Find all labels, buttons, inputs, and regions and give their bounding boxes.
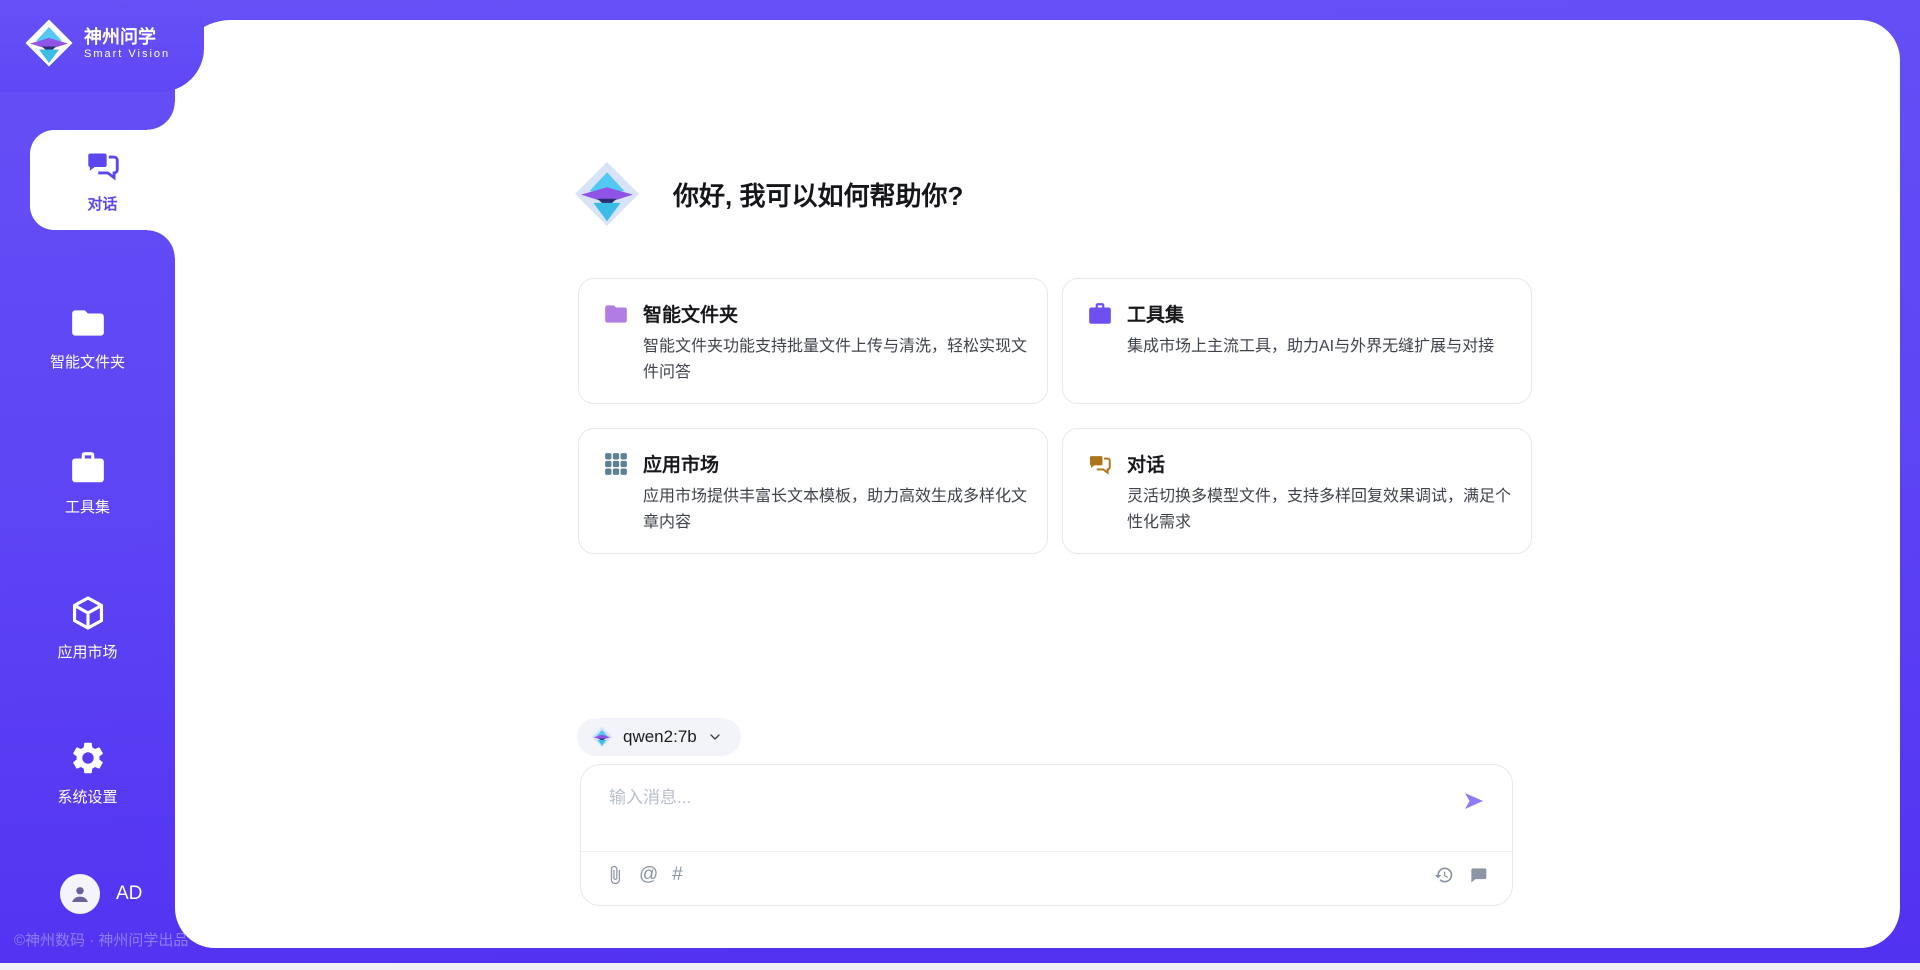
card-description: 应用市场提供丰富长文本模板，助力高效生成多样化文章内容 xyxy=(643,484,1031,536)
card-toolset[interactable]: 工具集 集成市场上主流工具，助力AI与外界无缝扩展与对接 xyxy=(1062,278,1532,404)
sidebar-item-settings[interactable]: 系统设置 xyxy=(0,725,175,821)
chevron-down-icon xyxy=(707,729,723,745)
greeting-block: 你好, 我可以如何帮助你? xyxy=(573,160,963,228)
mention-icon[interactable]: @ xyxy=(639,865,658,885)
grid-icon xyxy=(603,451,629,477)
composer-toolbar-left: @ # xyxy=(605,865,683,885)
card-title: 对话 xyxy=(1127,450,1165,477)
sidebar-item-chat[interactable]: 对话 xyxy=(30,130,175,230)
toolbox-icon xyxy=(1087,301,1113,327)
cube-icon xyxy=(69,594,107,632)
sidebar-item-label: 工具集 xyxy=(65,496,110,517)
feature-cards-grid: 智能文件夹 智能文件夹功能支持批量文件上传与清洗，轻松实现文件问答 工具集 集成… xyxy=(578,278,1532,554)
message-input[interactable] xyxy=(609,783,1449,843)
sidebar-item-app-market[interactable]: 应用市场 xyxy=(0,580,175,676)
message-composer: @ # xyxy=(580,764,1513,906)
user-name: AD xyxy=(116,883,142,905)
chat-icon xyxy=(84,146,122,184)
history-icon[interactable] xyxy=(1434,865,1454,885)
send-icon[interactable] xyxy=(1462,789,1486,813)
brand-diamond-logo xyxy=(573,160,641,228)
sidebar-item-toolset[interactable]: 工具集 xyxy=(0,435,175,531)
comment-icon[interactable] xyxy=(1468,865,1488,885)
model-diamond-icon xyxy=(591,726,613,748)
card-description: 智能文件夹功能支持批量文件上传与清洗，轻松实现文件问答 xyxy=(643,334,1031,386)
main-content-panel: 你好, 我可以如何帮助你? 智能文件夹 智能文件夹功能支持批量文件上传与清洗，轻… xyxy=(175,20,1900,948)
greeting-title: 你好, 我可以如何帮助你? xyxy=(673,176,963,213)
gear-icon xyxy=(69,739,107,777)
hashtag-icon[interactable]: # xyxy=(672,865,683,885)
model-name: qwen2:7b xyxy=(623,727,697,747)
composer-toolbar-right xyxy=(1434,865,1488,885)
person-icon xyxy=(67,881,93,907)
model-selector[interactable]: qwen2:7b xyxy=(577,718,741,756)
card-description: 灵活切换多模型文件，支持多样回复效果调试，满足个性化需求 xyxy=(1127,484,1515,536)
toolbox-icon xyxy=(69,449,107,487)
card-title: 工具集 xyxy=(1127,300,1184,327)
sidebar-item-label: 系统设置 xyxy=(57,786,117,807)
card-title: 应用市场 xyxy=(643,450,719,477)
sidebar-item-smart-folder[interactable]: 智能文件夹 xyxy=(0,290,175,386)
composer-divider xyxy=(581,851,1512,852)
copyright-text: ©神州数码 · 神州问学出品 xyxy=(14,929,188,950)
card-smart-folder[interactable]: 智能文件夹 智能文件夹功能支持批量文件上传与清洗，轻松实现文件问答 xyxy=(578,278,1048,404)
sidebar-item-label: 智能文件夹 xyxy=(50,351,125,372)
sidebar-item-label: 对话 xyxy=(87,193,117,214)
user-profile[interactable]: AD xyxy=(60,874,142,914)
folder-open-icon xyxy=(603,301,629,327)
horizontal-scrollbar[interactable] xyxy=(0,963,1920,970)
chat-icon xyxy=(1087,451,1113,477)
card-title: 智能文件夹 xyxy=(643,300,738,327)
sidebar-item-label: 应用市场 xyxy=(57,641,117,662)
card-chat[interactable]: 对话 灵活切换多模型文件，支持多样回复效果调试，满足个性化需求 xyxy=(1062,428,1532,554)
card-description: 集成市场上主流工具，助力AI与外界无缝扩展与对接 xyxy=(1127,334,1515,360)
avatar xyxy=(60,874,100,914)
sidebar: 对话 智能文件夹 工具集 应用市场 系统设置 xyxy=(0,0,175,970)
card-app-market[interactable]: 应用市场 应用市场提供丰富长文本模板，助力高效生成多样化文章内容 xyxy=(578,428,1048,554)
folder-icon xyxy=(69,304,107,342)
attachment-icon[interactable] xyxy=(605,865,625,885)
